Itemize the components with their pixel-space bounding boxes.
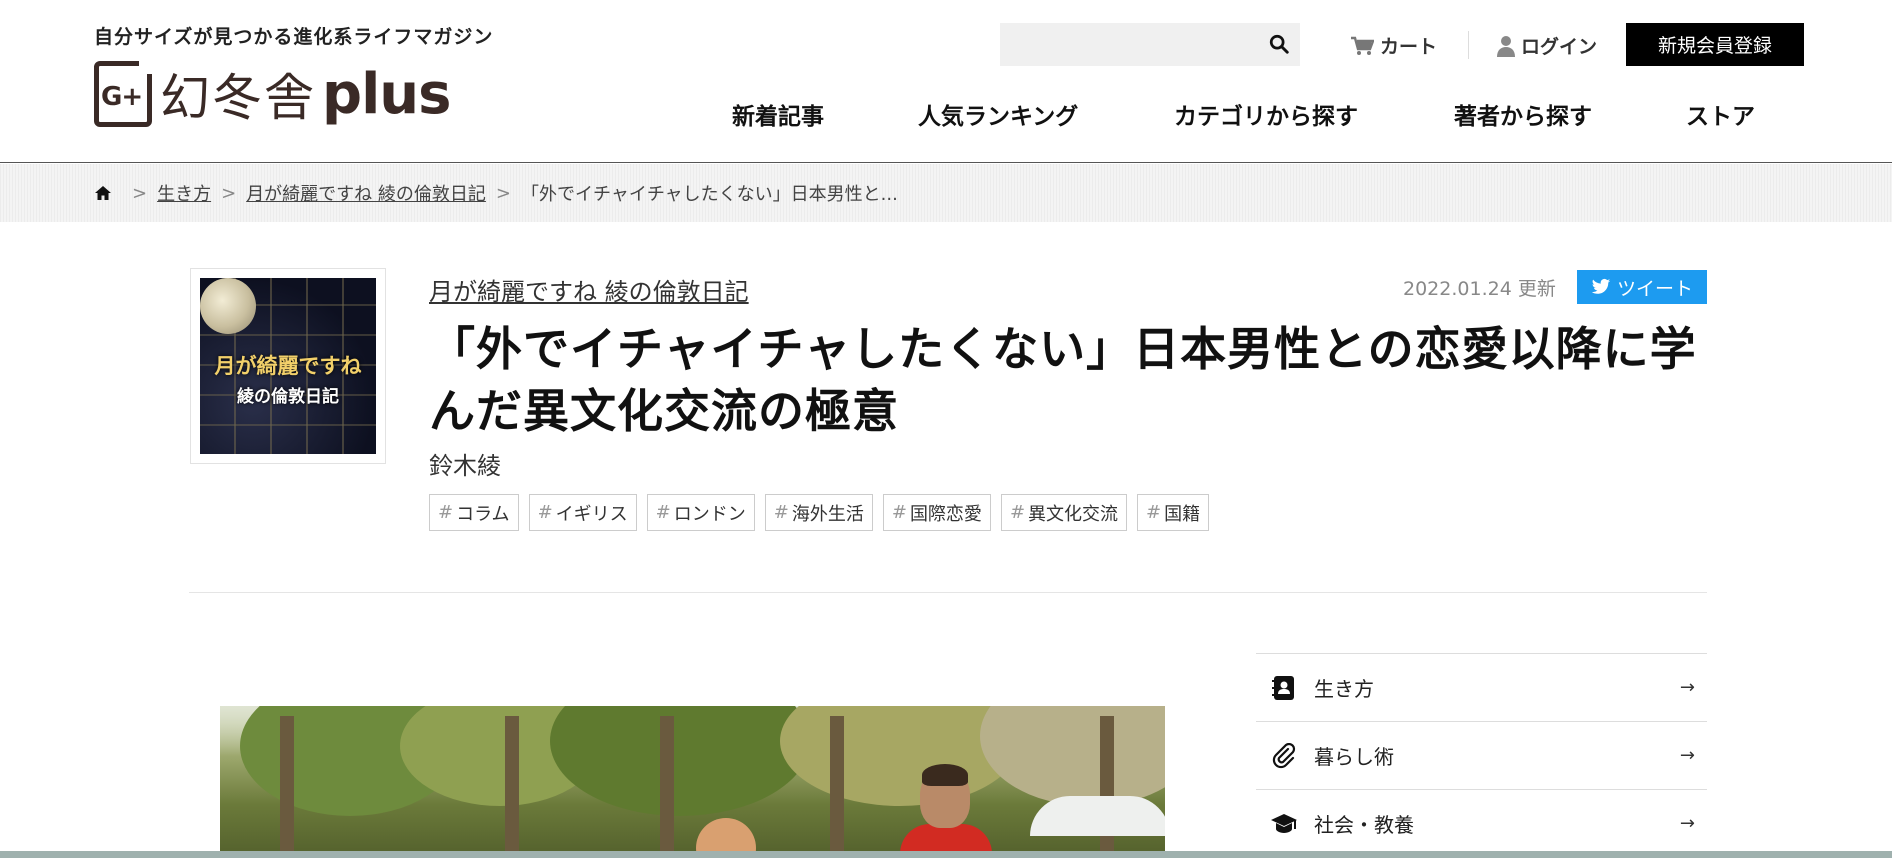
sidebar-item-ikikata[interactable]: 生き方 → [1256,653,1707,721]
breadcrumb-separator: > [132,182,148,204]
breadcrumb-separator: > [495,182,512,204]
sidebar-item-label: 社会・教養 [1314,813,1414,837]
logo-text-plus: plus [322,61,451,127]
series-thumbnail[interactable]: 月が綺麗ですね 綾の倫敦日記 [190,268,386,464]
nav-new-articles[interactable]: 新着記事 [732,97,824,131]
tag-overseas-life[interactable]: # 海外生活 [764,494,873,531]
nav-authors[interactable]: 著者から探す [1454,97,1592,131]
search-button[interactable] [1268,33,1292,57]
logo-text-jp: 幻冬舎 [160,69,316,127]
login-label: ログイン [1521,36,1598,58]
tag-nationality[interactable]: # 国籍 [1137,494,1210,531]
tag-london[interactable]: # ロンドン [646,494,755,531]
moon-graphic [200,278,256,334]
breadcrumb-separator: > [221,182,237,204]
home-icon[interactable] [94,185,112,201]
sidebar-item-label: 生き方 [1314,677,1374,701]
tag-international-romance[interactable]: # 国際恋愛 [882,494,991,531]
nav-store[interactable]: ストア [1686,97,1755,131]
cart-label: カート [1380,36,1438,58]
updated-date: 2022.01.24 更新 [1403,278,1556,300]
search-input[interactable] [1000,23,1250,66]
series-link[interactable]: 月が綺麗ですね 綾の倫敦日記 [429,272,749,307]
arrow-right-icon: → [1679,813,1695,834]
thumbnail-image: 月が綺麗ですね 綾の倫敦日記 [200,278,376,454]
logo-mark-icon: G+ [94,58,155,127]
breadcrumb-current: 「外でイチャイチャしたくない」日本男性と... [521,184,898,205]
breadcrumb: > 生き方 > 月が綺麗ですね 綾の倫敦日記 > 「外でイチャイチャしたくない」… [0,164,1892,222]
site-header: 自分サイズが見つかる進化系ライフマガジン G+ 幻冬舎 plus カート ログイ… [0,0,1892,163]
nav-categories[interactable]: カテゴリから探す [1174,97,1358,131]
article-title: 「外でイチャイチャしたくない」日本男性との恋愛以降に学んだ異文化交流の極意 [429,322,1697,438]
sidebar-item-shakai[interactable]: 社会・教養 → [1256,789,1707,857]
tag-cross-cultural[interactable]: # 異文化交流 [1000,494,1128,531]
user-icon [1497,35,1515,57]
article-author[interactable]: 鈴木綾 [429,446,501,481]
cart-icon [1351,36,1374,55]
header-divider-line [189,592,1707,593]
sidebar-item-kurashi[interactable]: 暮らし術 → [1256,721,1707,789]
paperclip-icon [1270,742,1298,770]
tag-column[interactable]: # コラム [429,494,519,531]
header-divider [1468,31,1469,59]
arrow-right-icon: → [1679,677,1695,698]
sidebar-item-label: 暮らし術 [1314,745,1394,769]
site-tagline: 自分サイズが見つかる進化系ライフマガジン [94,26,494,48]
category-sidebar: 生き方 → 暮らし術 → 社会・教養 → [1256,653,1707,857]
breadcrumb-item-category[interactable]: 生き方 [157,180,211,206]
arrow-right-icon: → [1679,745,1695,766]
graduation-cap-icon [1270,810,1298,838]
thumbnail-subtitle: 綾の倫敦日記 [237,387,339,407]
breadcrumb-item-series[interactable]: 月が綺麗ですね 綾の倫敦日記 [246,180,486,206]
thumbnail-title: 月が綺麗ですね [214,353,362,378]
search-icon [1269,34,1289,54]
twitter-bird-icon [1591,278,1611,294]
tweet-label: ツイート [1616,277,1693,300]
login-link[interactable]: ログイン [1497,32,1597,59]
site-logo[interactable]: G+ 幻冬舎 plus [94,58,451,130]
tag-list: # コラム # イギリス # ロンドン # 海外生活 # 国際恋愛 # 異文化交流 # 国籍 [429,494,1210,531]
tag-uk[interactable]: # イギリス [528,494,637,531]
cart-link[interactable]: カート [1350,32,1437,59]
search-box [1000,23,1300,66]
nav-ranking[interactable]: 人気ランキング [918,97,1078,131]
article-hero-image [220,706,1165,858]
bottom-scroll-bar [0,851,1892,858]
register-button[interactable]: 新規会員登録 [1626,23,1804,66]
tweet-button[interactable]: ツイート [1577,270,1707,304]
contact-book-icon [1270,674,1298,702]
